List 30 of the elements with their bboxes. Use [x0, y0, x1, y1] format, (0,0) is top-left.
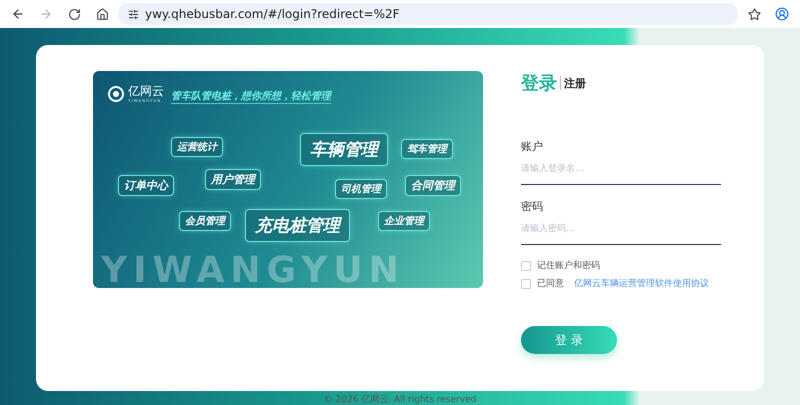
module-label: 合同管理 — [405, 175, 461, 196]
module-label: 司机管理 — [335, 179, 387, 199]
home-icon — [96, 8, 108, 20]
logo-text: 亿网云 — [128, 85, 164, 98]
checkbox[interactable] — [521, 260, 531, 270]
module-label: 充电桩管理 — [245, 209, 350, 242]
module-label: 车辆管理 — [300, 133, 388, 166]
backdrop-text: YIWANGYUN — [101, 252, 405, 288]
forward-arrow-icon — [39, 7, 53, 21]
login-button[interactable]: 登 录 — [521, 326, 617, 354]
tagline: 管车队管电桩，想你所想，轻松管理 — [171, 89, 331, 104]
site-settings-icon[interactable] — [128, 8, 139, 20]
address-bar[interactable]: ywy.qhebusbar.com/#/login?redirect=%2F — [118, 3, 738, 25]
module-label: 订单中心 — [118, 175, 174, 196]
module-label: 运营统计 — [171, 137, 223, 157]
field-label: 账户 — [521, 139, 544, 154]
checkbox-label: 记住账户和密码 — [537, 260, 600, 272]
module-label: 企业管理 — [378, 211, 430, 231]
form-tab[interactable]: 登录 — [521, 71, 557, 95]
module-label: 会员管理 — [179, 211, 231, 231]
copyright-text: © 2026 亿网云. All rights reserved — [324, 394, 476, 405]
form-tab[interactable]: 注册 — [564, 76, 586, 90]
checkbox[interactable] — [521, 278, 531, 288]
module-label: 用户管理 — [205, 169, 261, 190]
checkbox-label: 已同意 — [537, 278, 564, 290]
logo-icon — [108, 86, 124, 102]
module-label: 驾车管理 — [401, 139, 453, 159]
field-label: 密码 — [521, 199, 544, 214]
reload-icon — [68, 8, 80, 20]
agreement-link[interactable]: 亿网云车辆运营管理软件使用协议 — [574, 277, 709, 290]
